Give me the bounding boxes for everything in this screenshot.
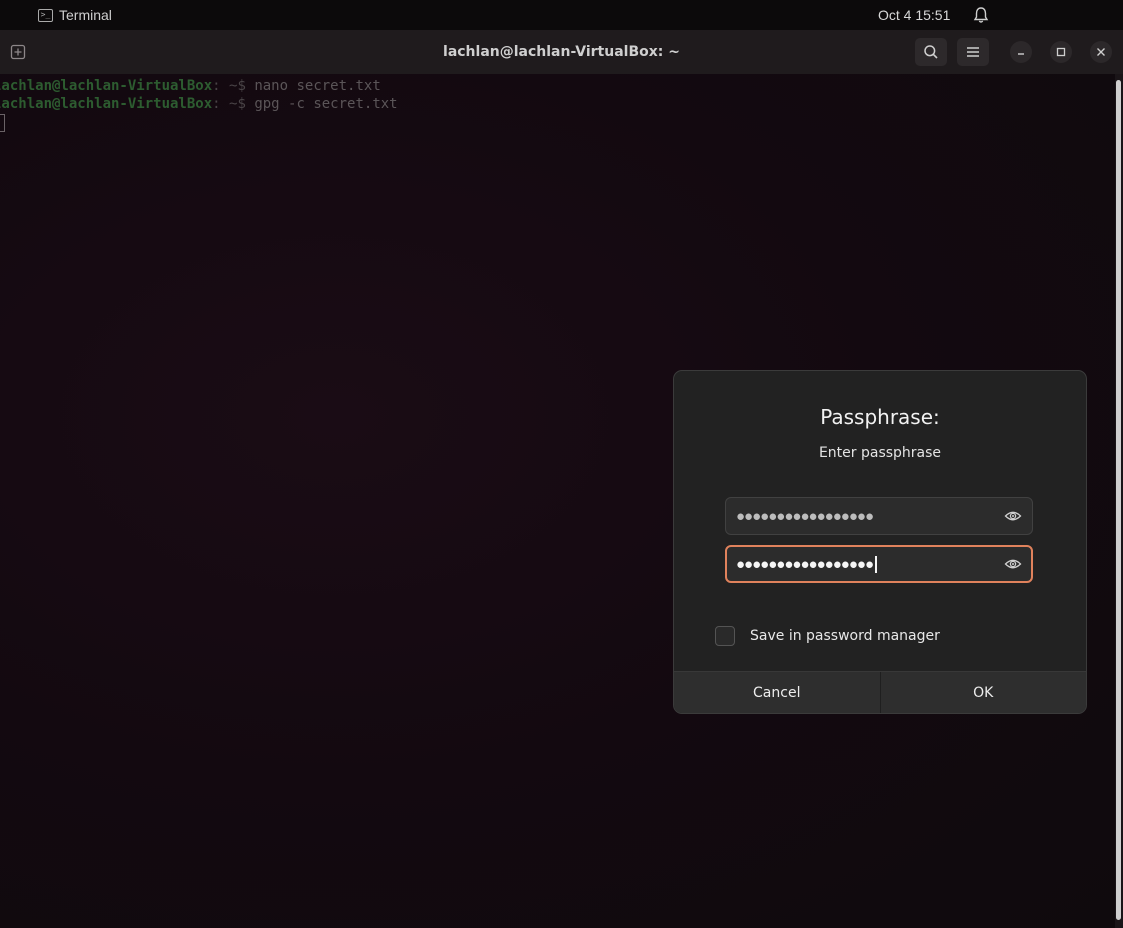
search-icon bbox=[924, 45, 938, 59]
maximize-icon bbox=[1056, 47, 1066, 57]
prompt-path: : ~$ bbox=[212, 78, 255, 94]
command-text: nano secret.txt bbox=[254, 78, 381, 94]
show-password-icon[interactable] bbox=[1004, 556, 1022, 572]
repeat-masked-value: ●●●●●●●●●●●●●●●●● bbox=[736, 547, 877, 581]
cancel-button[interactable]: Cancel bbox=[674, 672, 880, 713]
passphrase-masked-value: ●●●●●●●●●●●●●●●●● bbox=[736, 507, 874, 525]
repeat-passphrase-input[interactable]: ●●●●●●●●●●●●●●●●● bbox=[725, 545, 1033, 583]
search-button[interactable] bbox=[915, 38, 947, 66]
minimize-button[interactable] bbox=[1010, 41, 1032, 63]
menu-icon bbox=[967, 47, 979, 57]
active-app-name: Terminal bbox=[59, 7, 112, 23]
hamburger-menu-button[interactable] bbox=[957, 38, 989, 66]
close-button[interactable] bbox=[1090, 41, 1112, 63]
show-password-icon[interactable] bbox=[1004, 508, 1022, 524]
scrollbar-thumb[interactable] bbox=[1116, 80, 1121, 920]
notification-bell-icon[interactable] bbox=[972, 6, 990, 24]
terminal-line: lachlan@lachlan-VirtualBox: ~$ nano secr… bbox=[0, 78, 381, 94]
prompt-user: lachlan@lachlan-VirtualBox bbox=[0, 78, 213, 94]
minimize-icon bbox=[1018, 53, 1024, 55]
prompt-user: lachlan@lachlan-VirtualBox bbox=[0, 96, 213, 112]
clock[interactable]: Oct 4 15:51 bbox=[878, 7, 950, 23]
terminal-cursor bbox=[0, 114, 5, 132]
maximize-button[interactable] bbox=[1050, 41, 1072, 63]
dialog-subtitle: Enter passphrase bbox=[818, 445, 942, 461]
window-header-bar: lachlan@lachlan-VirtualBox: ~ bbox=[0, 30, 1123, 74]
ok-button[interactable]: OK bbox=[879, 672, 1087, 713]
terminal-line: lachlan@lachlan-VirtualBox: ~$ gpg -c se… bbox=[0, 96, 398, 112]
prompt-path: : ~$ bbox=[212, 96, 255, 112]
command-text: gpg -c secret.txt bbox=[254, 96, 398, 112]
window-title: lachlan@lachlan-VirtualBox: ~ bbox=[443, 44, 680, 60]
passphrase-dialog: Passphrase: Enter passphrase ●●●●●●●●●●●… bbox=[673, 370, 1087, 714]
save-in-password-manager-checkbox[interactable] bbox=[715, 626, 735, 646]
active-app-indicator[interactable]: >_ Terminal bbox=[38, 7, 112, 23]
dialog-title: Passphrase: bbox=[820, 405, 940, 429]
dialog-button-row: Cancel OK bbox=[674, 671, 1087, 713]
terminal-app-icon: >_ bbox=[38, 8, 53, 22]
close-icon bbox=[1097, 48, 1105, 56]
text-caret bbox=[875, 555, 877, 573]
passphrase-input[interactable]: ●●●●●●●●●●●●●●●●● bbox=[725, 497, 1033, 535]
system-top-bar: >_ Terminal Oct 4 15:51 bbox=[0, 0, 1123, 30]
save-in-password-manager-label[interactable]: Save in password manager bbox=[750, 628, 940, 644]
